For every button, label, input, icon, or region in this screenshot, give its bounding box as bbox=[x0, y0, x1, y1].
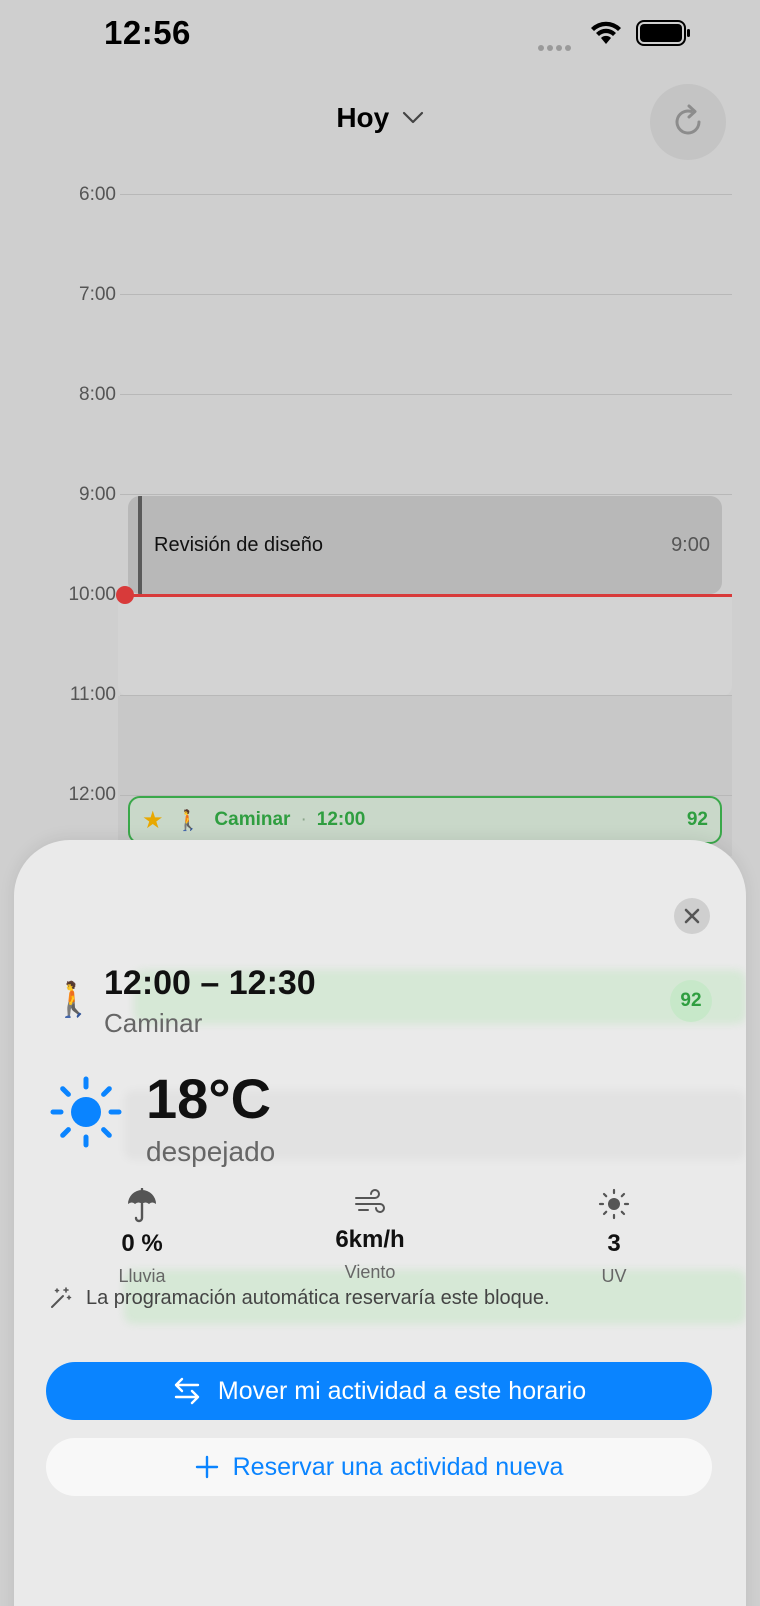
hour-divider bbox=[120, 294, 732, 295]
umbrella-icon bbox=[128, 1188, 156, 1223]
wind-icon bbox=[355, 1189, 385, 1213]
close-button[interactable] bbox=[674, 898, 710, 934]
event-title: Revisión de diseño bbox=[154, 534, 323, 556]
slot-detail-sheet: 🚶 12:00 – 12:30 Caminar 92 18°C despejad… bbox=[14, 840, 746, 1606]
refresh-button[interactable] bbox=[650, 84, 726, 160]
book-new-activity-label: Reservar una actividad nueva bbox=[232, 1452, 564, 1481]
hour-label: 10:00 bbox=[68, 584, 116, 605]
chevron-down-icon bbox=[402, 111, 423, 124]
score-badge: 92 bbox=[670, 980, 712, 1022]
event-time: 9:00 bbox=[671, 534, 710, 556]
calendar-event[interactable]: Revisión de diseño 9:00 bbox=[128, 496, 722, 594]
wind-value: 6km/h bbox=[335, 1226, 405, 1253]
refresh-icon bbox=[675, 104, 701, 135]
hour-label: 6:00 bbox=[79, 184, 116, 205]
uv-label: UV bbox=[601, 1266, 627, 1286]
wind-label: Viento bbox=[344, 1262, 396, 1282]
uv-sun-icon bbox=[598, 1188, 630, 1220]
auto-schedule-hint: La programación automática reservaría es… bbox=[48, 1286, 550, 1310]
star-icon: ★ bbox=[142, 806, 164, 834]
activity-time: 12:00 bbox=[316, 809, 366, 830]
weather-condition: despejado bbox=[146, 1136, 276, 1167]
swap-arrows-icon bbox=[174, 1377, 200, 1405]
hour-divider bbox=[120, 695, 732, 696]
slot-time-range: 12:00 – 12:30 bbox=[104, 964, 316, 1002]
book-new-activity-button[interactable]: Reservar una actividad nueva bbox=[46, 1438, 712, 1496]
walking-icon: 🚶 bbox=[175, 809, 201, 832]
rain-stat: 0 % Lluvia bbox=[42, 1188, 242, 1287]
hour-label: 11:00 bbox=[69, 684, 116, 705]
rain-label: Lluvia bbox=[118, 1266, 166, 1286]
hour-divider bbox=[120, 494, 732, 495]
hour-label: 8:00 bbox=[79, 384, 116, 405]
hour-divider bbox=[120, 394, 732, 395]
plus-icon bbox=[195, 1455, 218, 1479]
uv-stat: 3 UV bbox=[514, 1188, 714, 1287]
current-time-line bbox=[126, 594, 732, 597]
hour-label: 12:00 bbox=[68, 784, 116, 805]
hour-label: 9:00 bbox=[79, 484, 116, 505]
walking-icon: 🚶 bbox=[52, 981, 95, 1019]
move-activity-button[interactable]: Mover mi actividad a este horario bbox=[46, 1362, 712, 1420]
close-icon bbox=[684, 908, 700, 924]
hour-divider bbox=[120, 194, 732, 195]
event-color-bar bbox=[138, 496, 142, 594]
move-activity-label: Mover mi actividad a este horario bbox=[217, 1376, 587, 1405]
slot-activity-name: Caminar bbox=[104, 1008, 203, 1038]
temperature: 18°C bbox=[146, 1067, 272, 1130]
magic-wand-icon bbox=[51, 1287, 72, 1308]
date-selector[interactable]: Hoy bbox=[0, 102, 760, 134]
rain-value: 0 % bbox=[121, 1230, 163, 1257]
current-time-dot bbox=[116, 586, 134, 604]
header-title[interactable]: Hoy bbox=[336, 102, 389, 134]
hour-label: 7:00 bbox=[79, 284, 116, 305]
wind-stat: 6km/h Viento bbox=[270, 1188, 470, 1283]
activity-score: 92 bbox=[686, 809, 708, 830]
sun-icon bbox=[50, 1076, 122, 1148]
current-hour-region bbox=[118, 596, 732, 696]
uv-value: 3 bbox=[607, 1230, 621, 1257]
activity-block[interactable]: ★ 🚶 Caminar · 12:00 92 bbox=[128, 796, 722, 844]
activity-name: Caminar bbox=[214, 809, 291, 830]
hint-text: La programación automática reservaría es… bbox=[86, 1286, 550, 1309]
separator-dot: · bbox=[300, 809, 307, 830]
